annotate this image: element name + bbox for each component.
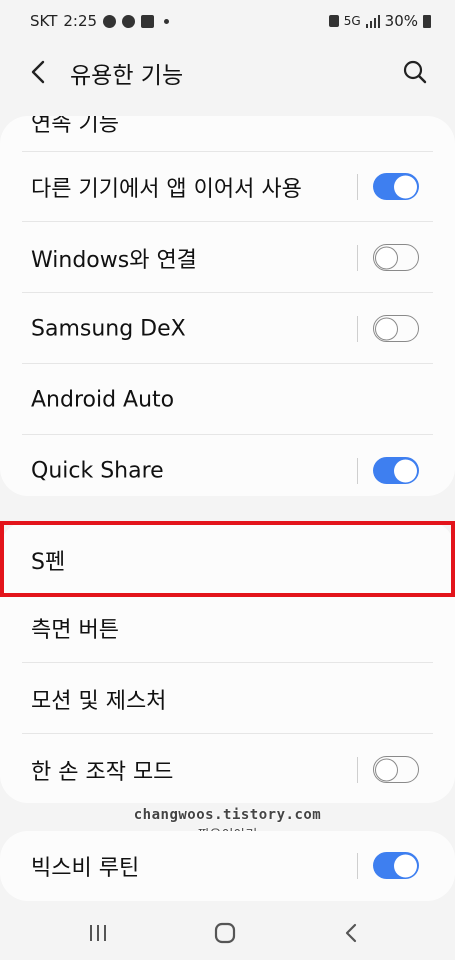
divider [22,221,433,222]
back-arrow-icon [31,60,45,84]
item-label: 한 손 조작 모드 [31,760,174,785]
signal-icon [365,14,380,28]
vertical-separator [357,757,358,783]
network-type-label: 5G [343,14,361,28]
item-label: 다른 기기에서 앱 이어서 사용 [31,177,302,202]
search-icon [403,60,427,84]
toggle-switch[interactable] [373,315,419,342]
divider [22,363,433,364]
toggle-switch[interactable] [373,457,419,484]
page-title: 유용한 기능 [70,63,184,89]
list-item[interactable]: Android Auto [0,365,455,435]
image-notification-icon [141,14,155,28]
list-item[interactable]: Windows와 연결 [0,223,455,293]
highlight-box [0,521,455,597]
battery-icon [423,14,431,28]
battery-percent: 30% [384,12,418,30]
battery-saver-icon [328,15,339,27]
toggle-knob [394,459,417,482]
toggle-switch[interactable] [373,244,419,271]
list-item[interactable]: Quick Share [0,436,455,496]
settings-group-continuity: 연속 기능 다른 기기에서 앱 이어서 사용 Windows와 연결 Samsu… [0,116,455,496]
list-item[interactable]: 한 손 조작 모드 [0,735,455,803]
search-button[interactable] [397,54,433,90]
item-label: Quick Share [31,458,164,484]
toggle-knob [394,854,417,877]
item-label: 모션 및 제스처 [31,689,167,714]
talk-notification-icon [122,14,136,28]
cut-off-item-label: 연속 기능 [31,116,119,137]
settings-group-routines: 빅스비 루틴 [0,831,455,901]
back-nav-button[interactable] [337,918,367,948]
item-label: Windows와 연결 [31,248,197,273]
watermark-url: changwoos.tistory.com [133,807,322,823]
divider [22,662,433,663]
carrier-label: SKT [30,12,58,30]
toggle-switch[interactable] [373,852,419,879]
toggle-knob [375,246,398,269]
vertical-separator [357,174,358,200]
divider [22,292,433,293]
vertical-separator [357,245,358,271]
more-notifications-icon [164,18,170,24]
chat-notification-icon [103,14,117,28]
navigation-bar [0,904,455,960]
toggle-knob [375,317,398,340]
list-item[interactable]: 모션 및 제스처 [0,664,455,734]
item-label: 빅스비 루틴 [31,856,140,881]
toggle-knob [375,758,398,781]
list-item[interactable]: 측면 버튼 [0,593,455,663]
home-icon [214,922,236,944]
item-label: 측면 버튼 [31,618,119,643]
list-item[interactable]: 다른 기기에서 앱 이어서 사용 [0,152,455,222]
divider [22,733,433,734]
recent-apps-icon [90,925,106,941]
item-label: Android Auto [31,387,175,413]
status-bar: SKT 2:25 5G 30% [0,0,455,44]
back-button[interactable] [22,54,58,90]
toggle-switch[interactable] [373,173,419,200]
back-nav-icon [345,923,357,943]
home-button[interactable] [210,918,240,948]
divider [22,434,433,435]
vertical-separator [357,458,358,484]
list-item[interactable]: 빅스비 루틴 [0,831,455,901]
toggle-switch[interactable] [373,756,419,783]
vertical-separator [357,853,358,879]
list-item[interactable]: Samsung DeX [0,294,455,364]
recent-apps-button[interactable] [83,918,113,948]
item-label: Samsung DeX [31,316,186,342]
toggle-knob [394,175,417,198]
app-header: 유용한 기능 [0,44,455,100]
vertical-separator [357,316,358,342]
clock-time: 2:25 [63,12,98,30]
